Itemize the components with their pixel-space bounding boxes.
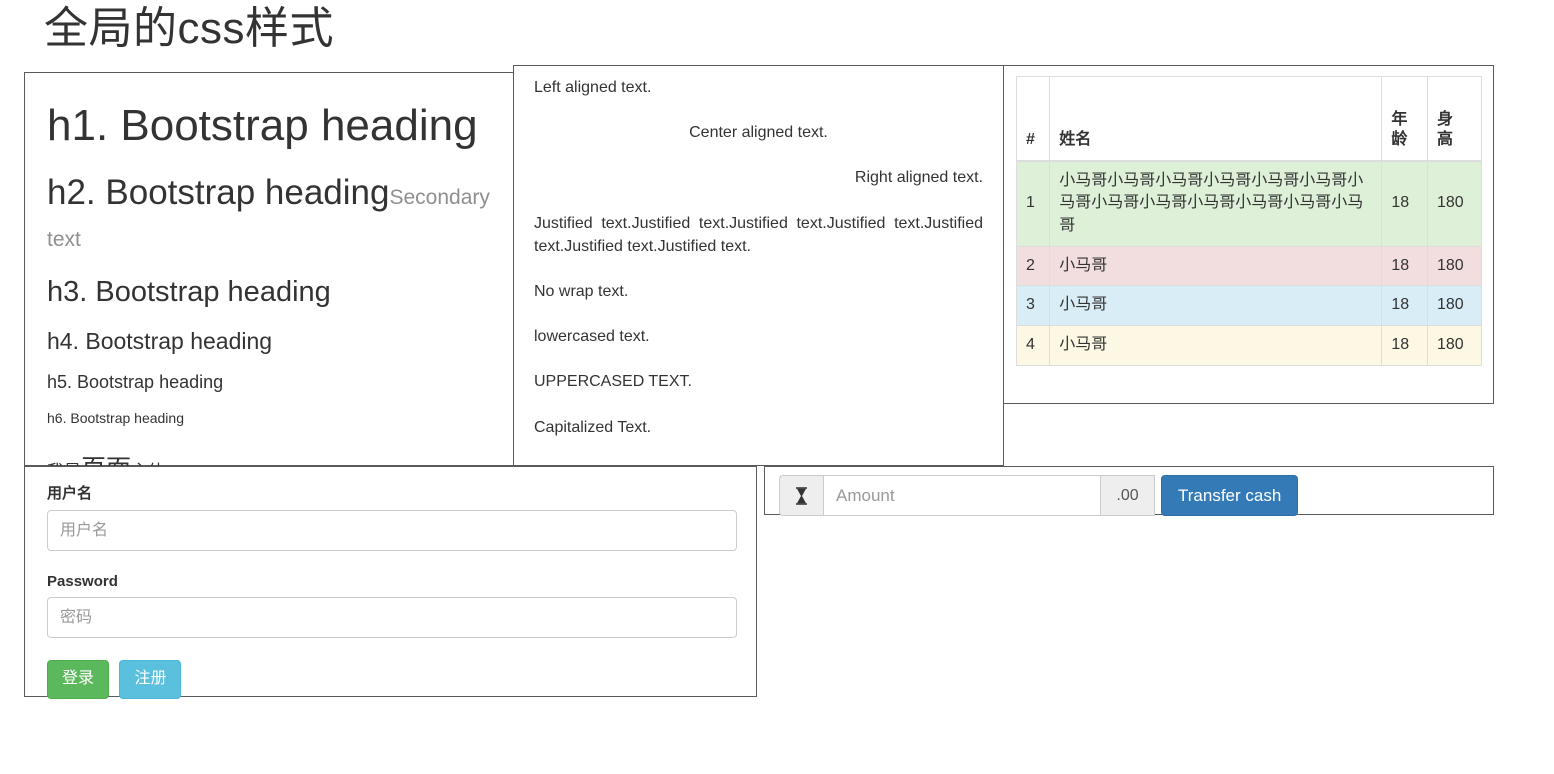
table-cell-height: 180: [1427, 325, 1482, 366]
table-header-height-label: 身高: [1437, 110, 1454, 148]
table-cell-name: 小马哥小马哥小马哥小马哥小马哥小马哥小马哥小马哥小马哥小马哥小马哥小马哥小马哥: [1049, 160, 1383, 247]
table-cell-height: 180: [1427, 160, 1482, 247]
heading-h2: h2. Bootstrap headingSecondary text: [47, 172, 493, 255]
table-header-age: 年龄: [1381, 76, 1428, 162]
typography-panel: h1. Bootstrap heading h2. Bootstrap head…: [24, 72, 514, 483]
table-header-height: 身高: [1427, 76, 1482, 162]
table-cell-index: 1: [1015, 160, 1051, 247]
table-header-name: 姓名: [1049, 76, 1383, 162]
table-cell-index: 2: [1015, 245, 1051, 287]
table-cell-age: 18: [1381, 285, 1428, 327]
table-cell-name: 小马哥: [1049, 245, 1383, 287]
table-header-row: # 姓名 年龄 身高: [1015, 76, 1482, 162]
table-cell-name: 小马哥: [1049, 325, 1383, 366]
heading-h5: h5. Bootstrap heading: [47, 372, 224, 393]
table-cell-index: 3: [1015, 285, 1051, 327]
table-cell-age: 18: [1381, 160, 1428, 247]
table-header-name-label: 姓名: [1059, 130, 1092, 148]
table-head: # 姓名 年龄 身高: [1015, 76, 1482, 162]
heading-h3: h3. Bootstrap heading: [47, 275, 331, 308]
login-form-panel: 用户名 Password 登录 注册: [24, 466, 757, 699]
table-body: 1 小马哥小马哥小马哥小马哥小马哥小马哥小马哥小马哥小马哥小马哥小马哥小马哥小马…: [1015, 160, 1482, 366]
table-cell-age: 18: [1381, 325, 1428, 366]
username-label: 用户名: [47, 485, 93, 502]
username-input[interactable]: [47, 510, 737, 551]
table-cell-height: 180: [1427, 245, 1482, 287]
table-cell-name: 小马哥: [1049, 285, 1383, 327]
transfer-cash-button[interactable]: Transfer cash: [1161, 475, 1299, 516]
form-spacer: [47, 551, 736, 570]
hourglass-icon: [779, 475, 823, 516]
text-alignment-panel: Left aligned text. Center aligned text. …: [513, 65, 1004, 466]
password-input[interactable]: [47, 597, 737, 638]
table-row: 2 小马哥 18 180: [1015, 245, 1482, 287]
decimal-addon: .00: [1101, 475, 1155, 516]
password-label: Password: [47, 573, 118, 590]
heading-h6: h6. Bootstrap heading: [47, 409, 184, 426]
table-row: 1 小马哥小马哥小马哥小马哥小马哥小马哥小马哥小马哥小马哥小马哥小马哥小马哥小马…: [1015, 160, 1482, 247]
form-button-row: 登录 注册: [47, 660, 736, 699]
table-row: 4 小马哥 18 180: [1015, 325, 1482, 366]
text-lowercase: Lowercased text.: [534, 328, 650, 346]
table-row: 3 小马哥 18 180: [1015, 285, 1482, 327]
text-right: Right aligned text.: [854, 169, 983, 187]
heading-h2-text: h2. Bootstrap heading: [47, 173, 390, 213]
table-cell-index: 4: [1015, 325, 1051, 366]
page-title: 全局的css样式: [44, 4, 334, 53]
login-button[interactable]: 登录: [47, 660, 110, 699]
table-header-age-label: 年龄: [1391, 110, 1408, 148]
text-justified: Justified text.Justified text.Justified …: [534, 214, 983, 255]
transfer-panel: .00 Transfer cash: [764, 466, 1494, 516]
page-root: 全局的css样式 h1. Bootstrap heading h2. Boots…: [0, 0, 1554, 774]
text-capitalize: capitalized text.: [534, 418, 652, 436]
people-table: # 姓名 年龄 身高 1 小马哥小马哥小马哥小马哥小马哥小马哥小马哥小马哥小马哥…: [1015, 76, 1482, 366]
register-button[interactable]: 注册: [119, 660, 182, 699]
heading-h1: h1. Bootstrap heading: [47, 101, 478, 150]
text-uppercase: Uppercased text.: [534, 373, 692, 391]
table-panel: # 姓名 年龄 身高 1 小马哥小马哥小马哥小马哥小马哥小马哥小马哥小马哥小马哥…: [1003, 65, 1494, 404]
heading-h4: h4. Bootstrap heading: [47, 327, 273, 354]
text-nowrap: No wrap text.: [534, 282, 629, 300]
text-left: Left aligned text.: [534, 79, 652, 96]
table-header-index: #: [1015, 76, 1051, 162]
text-center: Center aligned text.: [689, 124, 828, 142]
table-header-index-label: #: [1026, 130, 1035, 148]
table-cell-height: 180: [1427, 285, 1482, 327]
table-cell-age: 18: [1381, 245, 1428, 287]
amount-input-group: .00 Transfer cash: [765, 467, 1493, 516]
amount-input[interactable]: [823, 475, 1101, 516]
